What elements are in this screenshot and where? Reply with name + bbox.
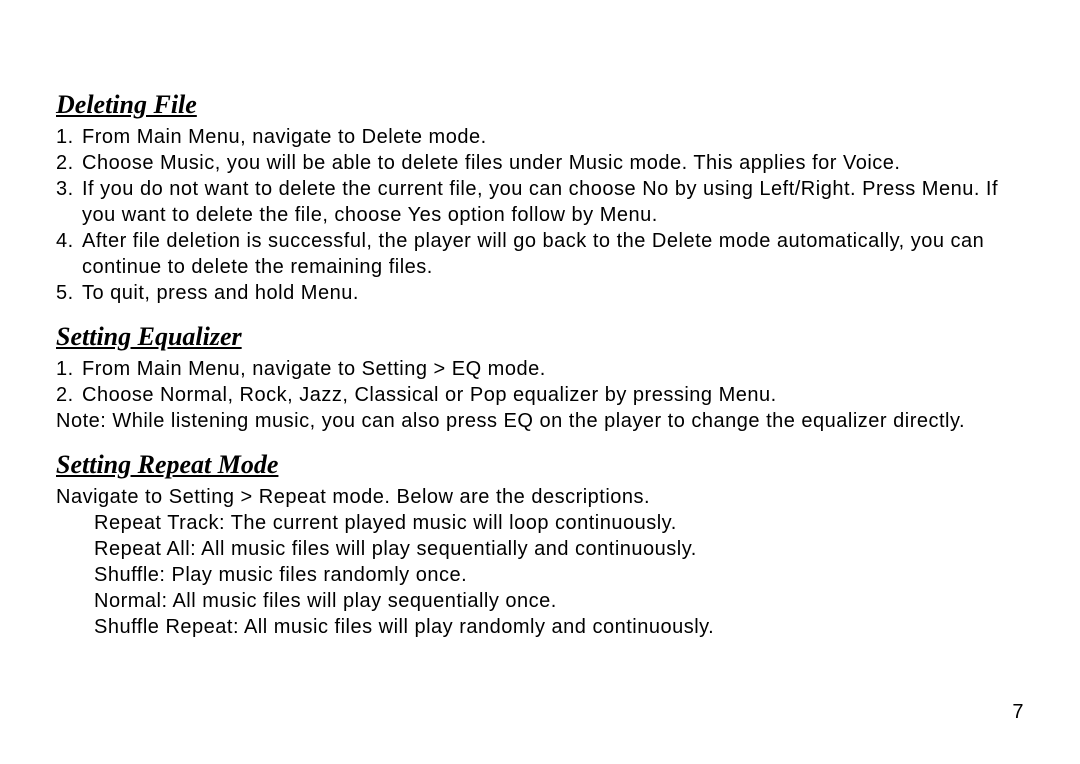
list-text: From Main Menu, navigate to Setting > EQ… (82, 358, 546, 380)
section-title: Setting Equalizer (56, 322, 1024, 352)
note-text: Note: While listening music, you can als… (56, 408, 1024, 434)
section-setting-repeat-mode: Setting Repeat Mode Navigate to Setting … (56, 450, 1024, 640)
list-item: 1. From Main Menu, navigate to Delete mod… (56, 124, 1024, 150)
list-text: From Main Menu, navigate to Delete mode. (82, 126, 487, 148)
list-item: 1. From Main Menu, navigate to Setting > … (56, 356, 1024, 382)
description-line: Shuffle Repeat: All music files will pla… (94, 614, 1024, 640)
ordered-list: 1. From Main Menu, navigate to Delete mod… (56, 124, 1024, 306)
list-number: 1. (56, 356, 74, 382)
list-item: 2. Choose Normal, Rock, Jazz, Classical o… (56, 382, 1024, 408)
description-line: Shuffle: Play music files randomly once. (94, 562, 1024, 588)
list-text: Choose Music, you will be able to delete… (82, 152, 900, 174)
section-deleting-file: Deleting File 1. From Main Menu, navigate… (56, 90, 1024, 306)
list-text: Choose Normal, Rock, Jazz, Classical or … (82, 384, 777, 406)
description-line: Repeat All: All music files will play se… (94, 536, 1024, 562)
section-title: Deleting File (56, 90, 1024, 120)
list-number: 5. (56, 280, 74, 306)
section-title: Setting Repeat Mode (56, 450, 1024, 480)
intro-text: Navigate to Setting > Repeat mode. Below… (56, 484, 1024, 510)
page-number: 7 (1012, 701, 1024, 724)
list-item: 3. If you do not want to delete the curre… (56, 176, 1024, 228)
list-text: If you do not want to delete the current… (82, 178, 998, 226)
list-text: After file deletion is successful, the p… (82, 230, 984, 278)
list-item: 5. To quit, press and hold Menu. (56, 280, 1024, 306)
list-item: 2. Choose Music, you will be able to dele… (56, 150, 1024, 176)
list-number: 1. (56, 124, 74, 150)
description-line: Repeat Track: The current played music w… (94, 510, 1024, 536)
list-item: 4. After file deletion is successful, the… (56, 228, 1024, 280)
list-number: 4. (56, 228, 74, 254)
description-list: Repeat Track: The current played music w… (56, 510, 1024, 640)
section-setting-equalizer: Setting Equalizer 1. From Main Menu, navi… (56, 322, 1024, 434)
list-number: 2. (56, 382, 74, 408)
list-number: 3. (56, 176, 74, 202)
description-line: Normal: All music files will play sequen… (94, 588, 1024, 614)
list-text: To quit, press and hold Menu. (82, 282, 359, 304)
list-number: 2. (56, 150, 74, 176)
ordered-list: 1. From Main Menu, navigate to Setting > … (56, 356, 1024, 408)
